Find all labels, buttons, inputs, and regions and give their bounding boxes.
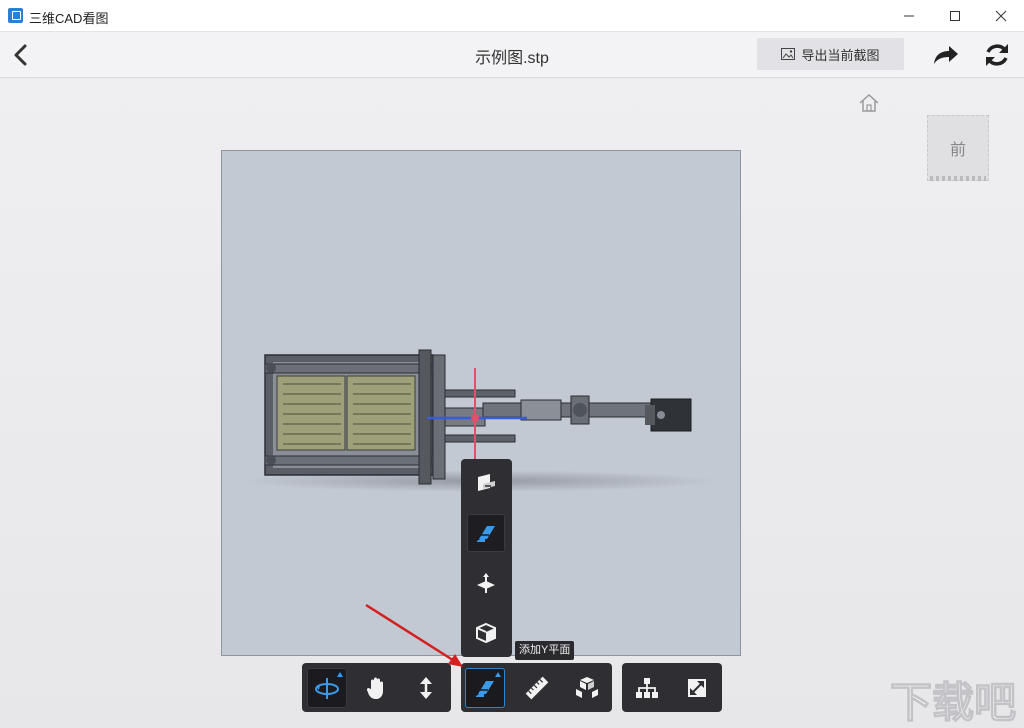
fullscreen-icon <box>688 679 706 697</box>
image-icon <box>781 48 796 60</box>
explode-tool-button[interactable] <box>567 668 607 708</box>
annotation-arrow <box>365 603 463 667</box>
section-x-plane-button[interactable] <box>467 464 505 502</box>
zoom-vertical-icon <box>420 677 432 699</box>
tooltip: 添加Y平面 <box>515 641 575 660</box>
minimize-button[interactable] <box>886 0 932 32</box>
section-box-icon <box>476 622 496 644</box>
watermark-logo: 下载吧 <box>888 669 1024 728</box>
app-title: 三维CAD看图 <box>29 11 109 26</box>
section-x-plane-icon <box>478 474 495 491</box>
minimize-icon <box>904 15 914 17</box>
home-icon <box>859 93 879 112</box>
view-cube-front-label: 前 <box>949 142 966 159</box>
refresh-icon <box>986 44 1008 66</box>
section-y-plane-icon <box>477 526 495 542</box>
pan-tool-button[interactable] <box>356 668 396 708</box>
maximize-icon <box>950 11 960 21</box>
section-y-plane-button[interactable] <box>467 514 505 552</box>
navigation-tool-group <box>302 663 451 712</box>
home-view-button[interactable] <box>858 93 880 113</box>
zoom-tool-button[interactable] <box>406 668 446 708</box>
submenu-indicator-icon <box>337 672 343 677</box>
close-button[interactable] <box>978 0 1024 32</box>
section-box-button[interactable] <box>467 614 505 652</box>
analysis-tool-group <box>461 663 612 712</box>
view-cube[interactable]: 前 <box>927 115 989 181</box>
submenu-indicator-icon <box>495 672 501 677</box>
rotate-icon <box>315 678 339 699</box>
rotate-tool-button[interactable] <box>307 668 347 708</box>
export-screenshot-button[interactable]: 导出当前截图 <box>757 38 904 70</box>
svg-text:下载吧: 下载吧 <box>890 678 1016 727</box>
top-toolbar: 示例图.stp 导出当前截图 <box>0 32 1024 78</box>
measure-tool-button[interactable] <box>517 668 557 708</box>
structure-tree-icon <box>636 678 658 698</box>
app-logo-icon <box>8 8 23 23</box>
section-plane-icon <box>476 681 494 697</box>
structure-tree-button[interactable] <box>627 668 667 708</box>
export-button-label: 导出当前截图 <box>801 47 880 63</box>
title-bar: 三维CAD看图 <box>0 0 1024 32</box>
pan-hand-icon <box>366 677 383 699</box>
view-tool-group <box>622 663 722 712</box>
fullscreen-button[interactable] <box>677 668 717 708</box>
share-button[interactable] <box>930 40 960 70</box>
measure-ruler-icon <box>525 676 549 700</box>
section-z-plane-icon <box>477 573 495 593</box>
section-tool-button[interactable] <box>465 668 505 708</box>
section-z-plane-button[interactable] <box>467 564 505 602</box>
refresh-button[interactable] <box>982 40 1012 70</box>
close-icon <box>995 10 1007 22</box>
share-icon <box>934 46 958 64</box>
explode-cubes-icon <box>576 677 598 698</box>
maximize-button[interactable] <box>932 0 978 32</box>
